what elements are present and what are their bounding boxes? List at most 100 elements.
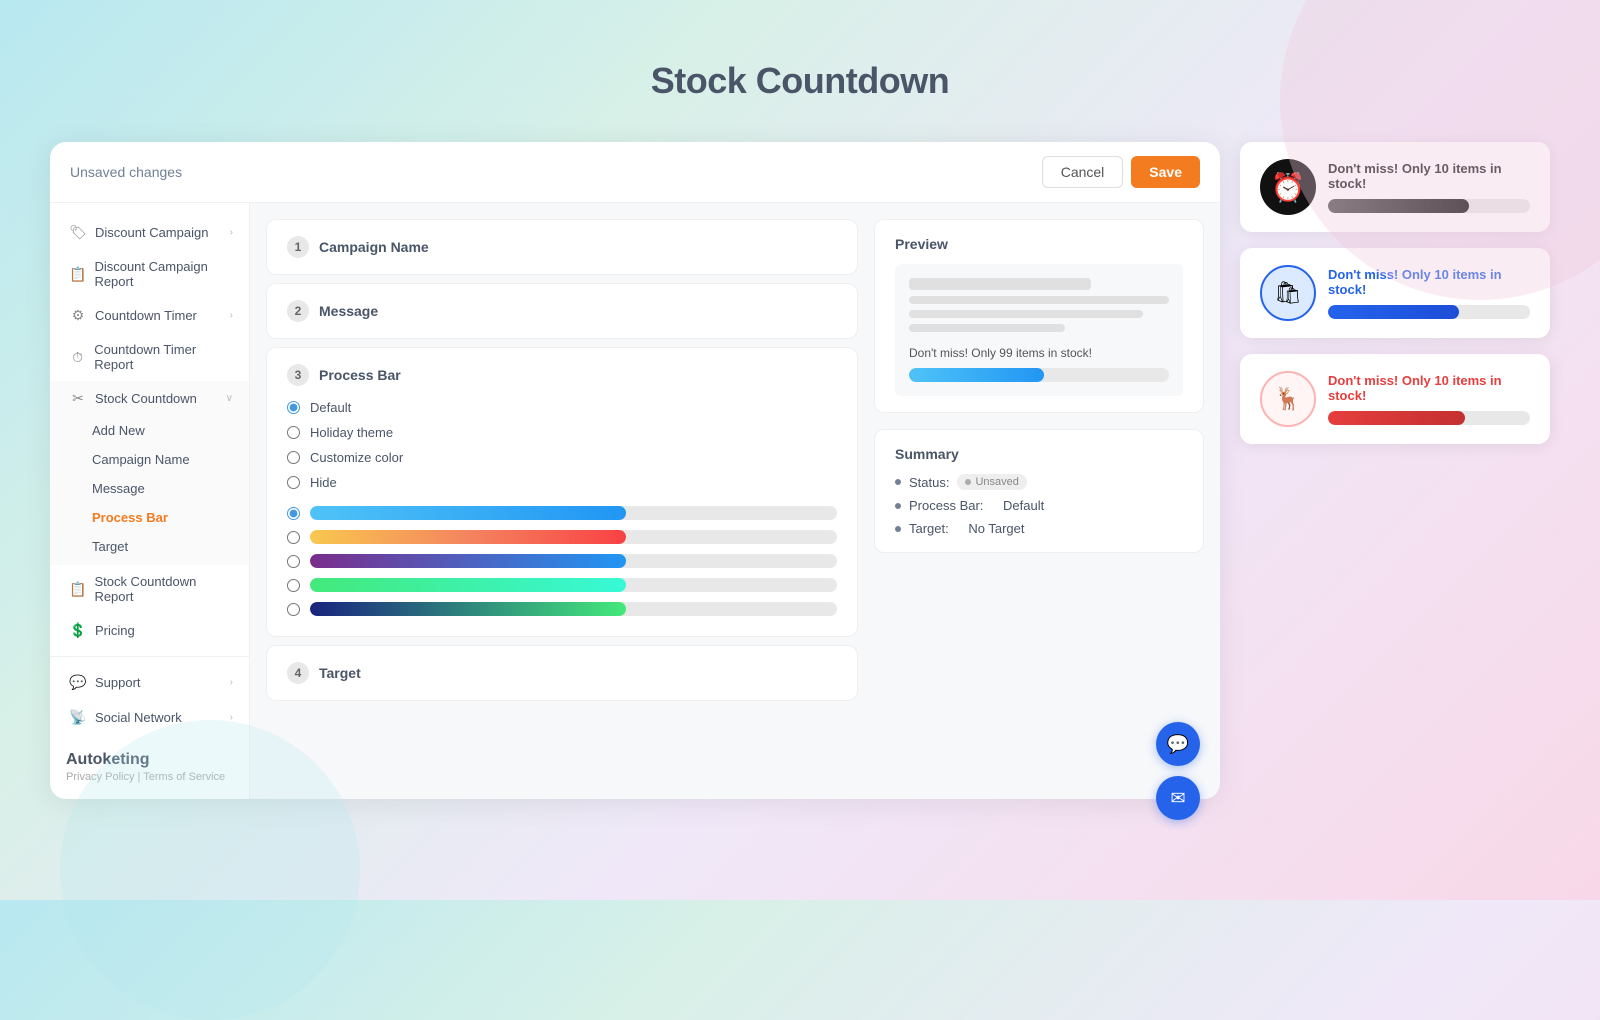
option-holiday[interactable]: Holiday theme xyxy=(287,425,837,440)
sidebar-item-stock-countdown-report[interactable]: 📋 Stock Countdown Report xyxy=(50,565,249,613)
cancel-button[interactable]: Cancel xyxy=(1042,156,1124,188)
option-hide-label: Hide xyxy=(310,475,337,490)
pricing-icon: 💲 xyxy=(69,622,87,639)
section-number-3: 3 xyxy=(287,364,309,386)
chevron-icon: › xyxy=(230,310,233,321)
bullet-icon xyxy=(895,479,901,485)
bar-preview-4 xyxy=(310,578,837,592)
bar-preview-1 xyxy=(310,506,837,520)
widget-card-black: ⏰ Don't miss! Only 10 items in stock! xyxy=(1240,142,1550,232)
preview-bar-fill xyxy=(909,368,1044,382)
section-campaign-name: 1 Campaign Name xyxy=(266,219,858,275)
bar-radio-2[interactable] xyxy=(287,531,300,544)
bar-option-1 xyxy=(287,506,837,520)
discount-report-icon: 📋 xyxy=(69,266,86,283)
sidebar-item-social-network[interactable]: 📡 Social Network › xyxy=(50,700,249,735)
bar-radio-5[interactable] xyxy=(287,603,300,616)
radio-holiday[interactable] xyxy=(287,426,300,439)
summary-list: Status: Unsaved Process Bar: Def xyxy=(895,474,1183,536)
sidebar-item-label: Support xyxy=(95,675,141,690)
chevron-icon: › xyxy=(230,227,233,238)
sidebar-item-label: Countdown Timer Report xyxy=(94,342,233,372)
section-title-4: Target xyxy=(319,665,361,681)
bar-radio-4[interactable] xyxy=(287,579,300,592)
sidebar-item-countdown-timer-report[interactable]: ⏱ Countdown Timer Report xyxy=(50,333,249,381)
radio-hide[interactable] xyxy=(287,476,300,489)
sidebar-item-label: Stock Countdown xyxy=(95,391,197,406)
preview-line-4 xyxy=(909,324,1065,332)
preview-line-2 xyxy=(909,296,1169,304)
sidebar-item-discount-campaign-report[interactable]: 📋 Discount Campaign Report xyxy=(50,250,249,298)
bar-radio-1[interactable] xyxy=(287,507,300,520)
sidebar-item-countdown-timer[interactable]: ⚙ Countdown Timer › xyxy=(50,298,249,333)
sidebar: 🏷 Discount Campaign › 📋 Discount Campaig… xyxy=(50,203,250,799)
sidebar-sub-menu: Add New Campaign Name Message Process Ba… xyxy=(50,416,249,565)
sidebar-sub-campaign-name[interactable]: Campaign Name xyxy=(50,445,249,474)
sidebar-item-support[interactable]: 💬 Support › xyxy=(50,665,249,700)
countdown-report-icon: ⏱ xyxy=(69,349,86,366)
discount-campaign-icon: 🏷 xyxy=(69,224,87,241)
widget-content-red: Don't miss! Only 10 items in stock! xyxy=(1328,373,1530,425)
messenger-button[interactable]: ✉ xyxy=(1156,776,1200,820)
sidebar-item-pricing[interactable]: 💲 Pricing xyxy=(50,613,249,648)
preview-line-1 xyxy=(909,278,1091,290)
option-customize[interactable]: Customize color xyxy=(287,450,837,465)
process-bar-label: Process Bar: xyxy=(909,498,983,513)
radio-customize[interactable] xyxy=(287,451,300,464)
sidebar-item-discount-campaign[interactable]: 🏷 Discount Campaign › xyxy=(50,215,249,250)
option-hide[interactable]: Hide xyxy=(287,475,837,490)
bar-preview-3 xyxy=(310,554,837,568)
bar-option-4 xyxy=(287,578,837,592)
sidebar-item-label: Pricing xyxy=(95,623,135,638)
preview-lines xyxy=(909,278,1169,332)
app-card: Unsaved changes Cancel Save 🏷 Discount C… xyxy=(50,142,1220,799)
sidebar-sub-add-new[interactable]: Add New xyxy=(50,416,249,445)
preview-line-3 xyxy=(909,310,1143,318)
widget-cards-column: ⏰ Don't miss! Only 10 items in stock! 🛍 … xyxy=(1240,142,1550,444)
widget-text-red: Don't miss! Only 10 items in stock! xyxy=(1328,373,1530,403)
sidebar-item-label: Discount Campaign Report xyxy=(94,259,233,289)
section-title-2: Message xyxy=(319,303,378,319)
widget-text-blue: Don't miss! Only 10 items in stock! xyxy=(1328,267,1530,297)
widget-icon-black: ⏰ xyxy=(1260,159,1316,215)
bar-option-5 xyxy=(287,602,837,616)
widget-bar-fill-red xyxy=(1328,411,1465,425)
process-bar-options: Default Holiday theme Customize color xyxy=(287,400,837,490)
preview-mockup: Don't miss! Only 99 items in stock! xyxy=(895,264,1183,396)
summary-title: Summary xyxy=(895,446,1183,462)
option-default[interactable]: Default xyxy=(287,400,837,415)
widget-card-red: 🦌 Don't miss! Only 10 items in stock! xyxy=(1240,354,1550,444)
widget-bar-fill-blue xyxy=(1328,305,1459,319)
privacy-link[interactable]: Privacy Policy xyxy=(66,771,134,783)
process-bar-value: Default xyxy=(1003,498,1044,513)
save-button[interactable]: Save xyxy=(1131,156,1200,188)
sidebar-sub-process-bar[interactable]: Process Bar xyxy=(50,503,249,532)
terms-link[interactable]: Terms of Service xyxy=(143,771,225,783)
sidebar-sub-target[interactable]: Target xyxy=(50,532,249,561)
option-customize-label: Customize color xyxy=(310,450,403,465)
widget-content-black: Don't miss! Only 10 items in stock! xyxy=(1328,161,1530,213)
section-number-1: 1 xyxy=(287,236,309,258)
bar-radio-3[interactable] xyxy=(287,555,300,568)
section-number-2: 2 xyxy=(287,300,309,322)
unsaved-badge: Unsaved xyxy=(957,474,1026,490)
stock-report-icon: 📋 xyxy=(69,581,86,598)
widget-text-black: Don't miss! Only 10 items in stock! xyxy=(1328,161,1530,191)
widget-icon-blue: 🛍 xyxy=(1260,265,1316,321)
sidebar-item-stock-countdown[interactable]: ✂ Stock Countdown ∨ xyxy=(50,381,249,416)
support-icon: 💬 xyxy=(69,674,87,691)
target-label: Target: xyxy=(909,521,949,536)
option-default-label: Default xyxy=(310,400,351,415)
widget-bar-wrap-red xyxy=(1328,411,1530,425)
sidebar-sub-message[interactable]: Message xyxy=(50,474,249,503)
logo-links: Privacy Policy | Terms of Service xyxy=(66,771,233,783)
summary-process-bar: Process Bar: Default xyxy=(895,498,1183,513)
target-value: No Target xyxy=(968,521,1024,536)
chevron-icon: › xyxy=(230,712,233,723)
badge-dot xyxy=(965,479,971,485)
radio-default[interactable] xyxy=(287,401,300,414)
sidebar-item-label: Stock Countdown Report xyxy=(94,574,233,604)
bar-option-2 xyxy=(287,530,837,544)
chat-button[interactable]: 💬 xyxy=(1156,722,1200,766)
countdown-timer-icon: ⚙ xyxy=(69,307,87,324)
